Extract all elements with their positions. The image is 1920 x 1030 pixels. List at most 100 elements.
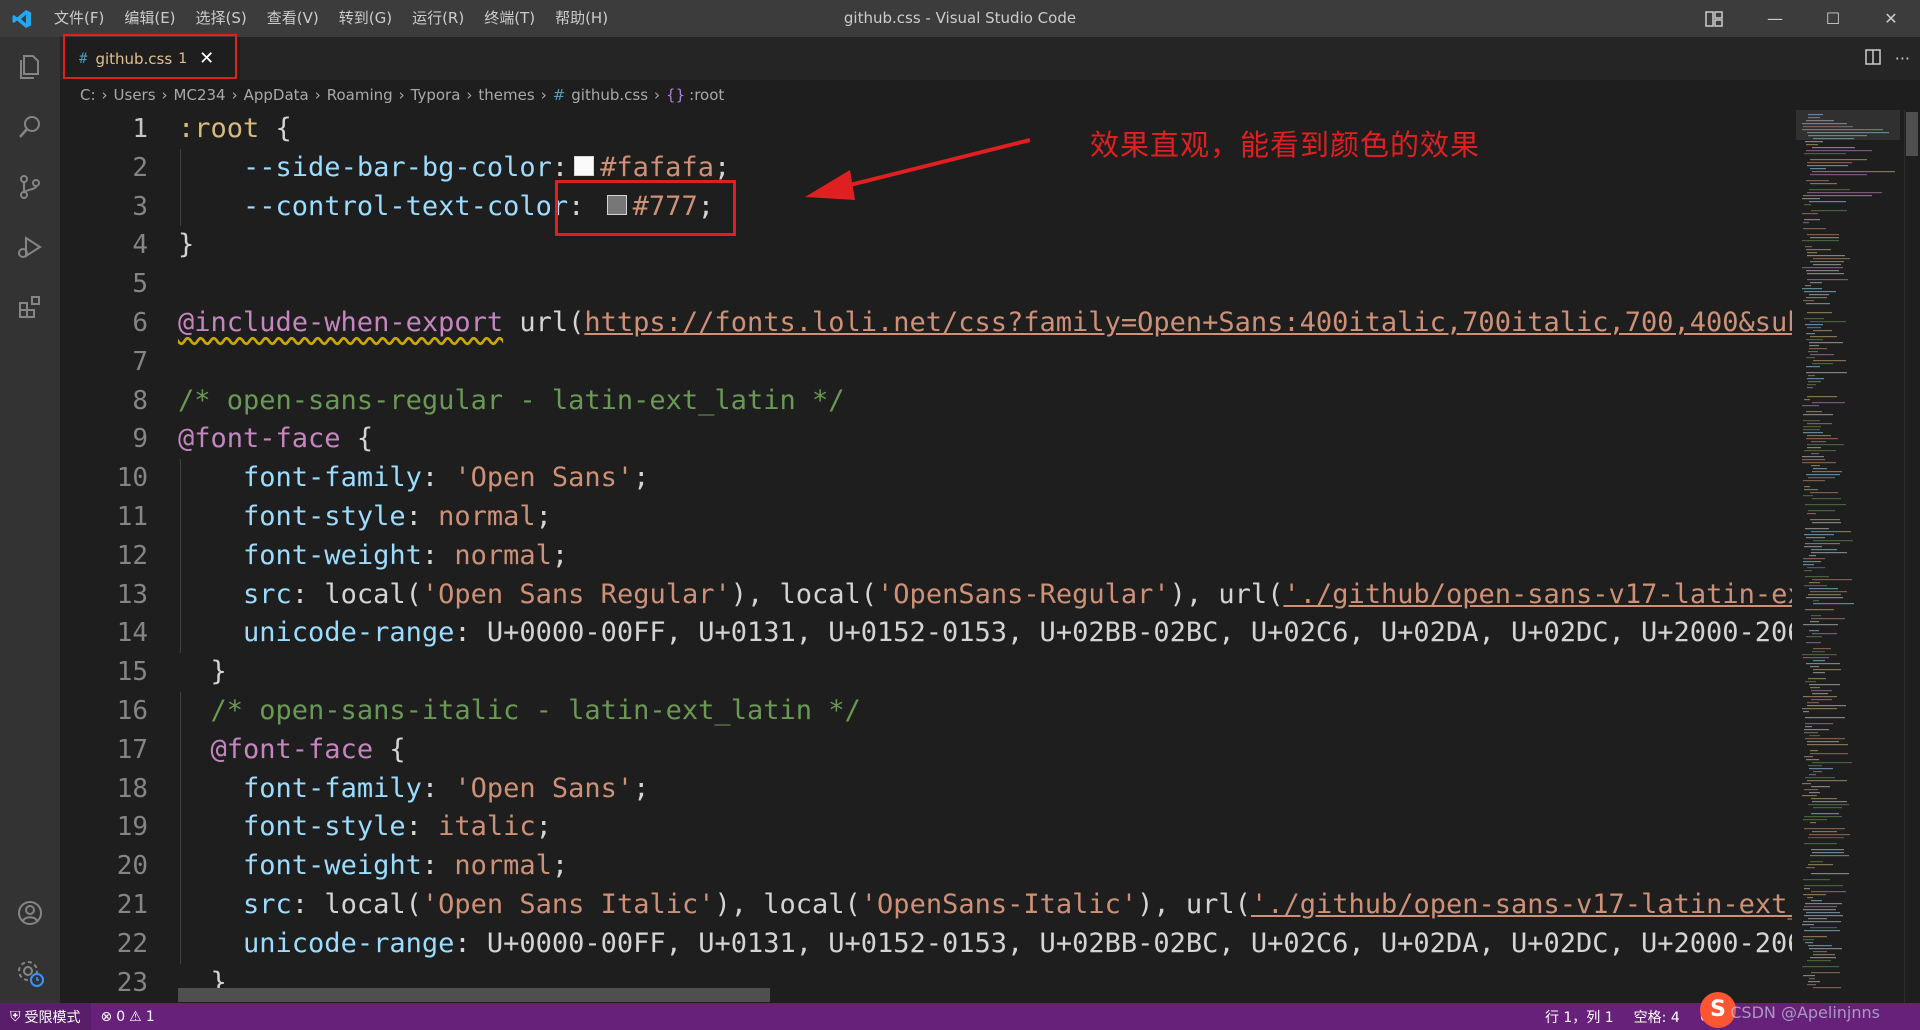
minimap-line [1807,165,1848,167]
minimap-line [1805,285,1811,287]
css-file-icon: # [552,86,566,104]
semicolon: ; [535,811,552,843]
minimap-line [1807,702,1819,704]
horizontal-scrollbar-thumb[interactable] [178,988,770,1002]
minimap-line [1807,255,1845,257]
at-rule: @font-face [210,733,374,765]
menu-file[interactable]: 文件(F) [44,0,114,37]
account-icon[interactable] [0,883,60,943]
explorer-icon[interactable] [0,37,60,97]
restricted-mode-indicator[interactable]: ⛨ 受限模式 [0,1003,91,1030]
close-window-button[interactable]: ✕ [1862,0,1920,37]
color-swatch-icon[interactable] [574,156,595,177]
property: --side-bar-bg-color [243,151,552,183]
warning-icon: ⚠ [129,1008,142,1025]
code-editor[interactable]: :root { --side-bar-bg-color: #fafafa; --c… [178,110,1792,990]
minimap-line [1811,891,1846,893]
indent-guide [180,148,181,188]
minimap-line [1803,711,1809,713]
link[interactable]: './github/open-sans-v17-latin-ext_la [1251,889,1792,920]
brace: } [210,656,227,688]
menu-selection[interactable]: 选择(S) [186,0,257,37]
minimap-line [1804,906,1837,908]
menu-view[interactable]: 查看(V) [257,0,329,37]
breadcrumb-typora[interactable]: Typora [411,86,461,104]
minimize-button[interactable]: — [1746,0,1804,37]
customize-layout-icon[interactable] [1694,0,1734,37]
breadcrumb-file[interactable]: github.css [571,86,648,104]
minimap-line [1809,834,1850,836]
minimap-line [1803,657,1829,659]
vertical-scrollbar-thumb[interactable] [1906,112,1918,156]
search-icon[interactable] [0,97,60,157]
menu-edit[interactable]: 编辑(E) [114,0,185,37]
minimap-line [1811,615,1821,617]
problems-indicator[interactable]: ⊗ 0 ⚠ 1 [91,1009,165,1025]
run-debug-icon[interactable] [0,217,60,277]
minimap-line [1809,555,1816,557]
minimap-line [1809,294,1829,296]
value: 'Open Sans Regular' [421,578,731,610]
breadcrumb-drive[interactable]: C: [80,86,96,104]
menu-go[interactable]: 转到(G) [329,0,402,37]
menu-terminal[interactable]: 终端(T) [474,0,545,37]
minimap-line [1809,978,1815,980]
minimap-line [1808,804,1849,806]
minimap-line [1806,912,1840,914]
minimap-line [1805,681,1816,683]
minimap[interactable] [1796,110,1900,1003]
vertical-scrollbar[interactable] [1904,110,1920,1003]
minimap-line [1805,543,1840,545]
minimap-line [1806,357,1815,359]
breadcrumb-appdata[interactable]: AppData [244,86,309,104]
colon: : [454,617,487,649]
cursor-position[interactable]: 行 1，列 1 [1535,1007,1624,1027]
manage-gear-icon[interactable] [0,943,60,1003]
minimap-line [1804,570,1812,572]
maximize-button[interactable]: ☐ [1804,0,1862,37]
breadcrumb-themes[interactable]: themes [478,86,534,104]
minimap-line [1811,465,1820,467]
menu-run[interactable]: 运行(R) [402,0,474,37]
minimap-line [1805,528,1829,530]
split-editor-icon[interactable] [1864,48,1881,69]
minimap-line [1810,237,1839,239]
breadcrumb-user[interactable]: MC234 [174,86,226,104]
minimap-line [1804,885,1843,887]
minimap-line [1806,333,1815,335]
minimap-line [1803,420,1820,422]
minimap-line [1803,495,1813,497]
breadcrumb-symbol[interactable]: :root [689,86,724,104]
minimap-line [1808,381,1821,383]
property: unicode-range [243,617,455,649]
function: url( [503,307,585,338]
minimap-line [1804,915,1843,917]
minimap-line [1812,147,1855,149]
minimap-line [1805,246,1812,248]
menu-help[interactable]: 帮助(H) [545,0,618,37]
breadcrumb-roaming[interactable]: Roaming [327,86,393,104]
minimap-line [1805,726,1812,728]
value: normal [438,501,536,532]
minimap-line [1802,405,1819,407]
minimap-line [1806,270,1839,272]
minimap-line [1802,783,1811,785]
minimap-line [1807,378,1824,380]
colon: : [291,889,325,920]
chevron-right-icon: › [161,86,168,104]
source-control-icon[interactable] [0,157,60,217]
breadcrumb-users[interactable]: Users [114,86,156,104]
more-actions-icon[interactable]: ··· [1895,49,1910,68]
minimap-line [1804,318,1824,320]
extensions-icon[interactable] [0,277,60,337]
tab-bar: # github.css 1 ✕ ··· [60,37,1920,80]
value: U+0000-00FF, U+0131, U+0152-0153, U+02BB… [486,927,1792,959]
minimap-line [1810,753,1848,755]
link[interactable]: './github/open-sans-v17-latin-ext_ [1283,579,1792,610]
indentation[interactable]: 空格: 4 [1624,1007,1690,1027]
chevron-right-icon: › [314,86,321,104]
minimap-slider[interactable] [1796,110,1900,140]
minimap-line [1804,789,1818,791]
minimap-line [1808,477,1835,479]
link[interactable]: https://fonts.loli.net/css?family=Open+S… [584,307,1792,338]
